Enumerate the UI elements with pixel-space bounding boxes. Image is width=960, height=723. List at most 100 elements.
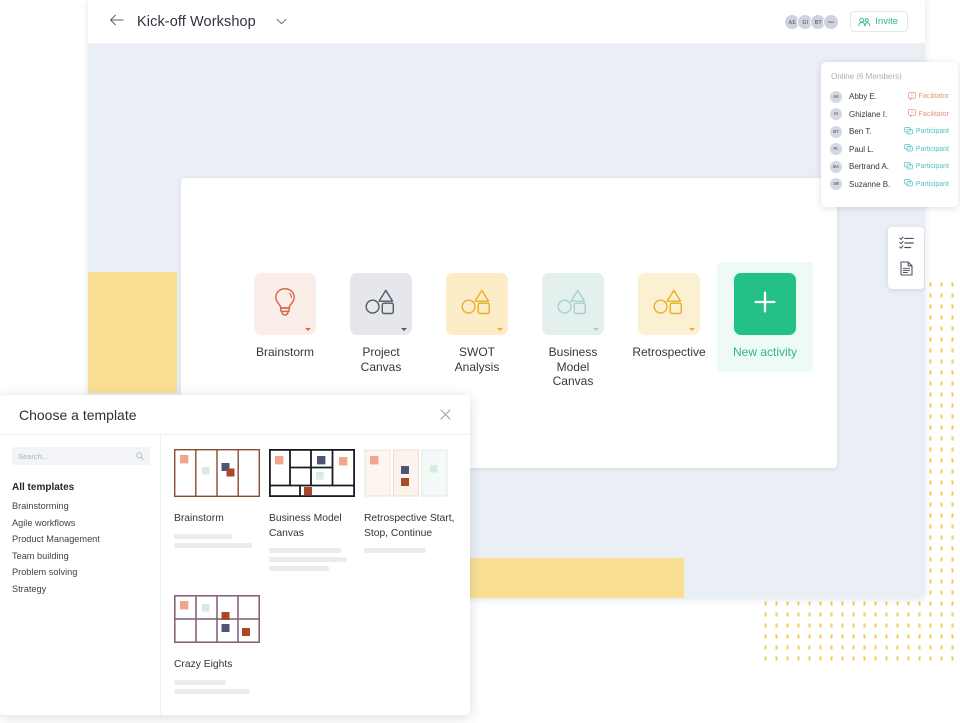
top-bar: Kick-off Workshop AE GI BT ••• Invite [88, 0, 925, 44]
online-members-title: Online (6 Members) [831, 72, 902, 81]
activity-list: Brainstorm Project Canvas SWOT Analysis … [237, 262, 813, 401]
category-product-management[interactable]: Product Management [12, 531, 150, 548]
activity-card-new-activity[interactable]: New activity [717, 262, 813, 372]
activity-card-label: Brainstorm [255, 345, 314, 359]
people-add-icon [858, 17, 871, 27]
participant-badge-icon [904, 162, 913, 172]
shapes-icon [364, 287, 398, 322]
category-strategy[interactable]: Strategy [12, 581, 150, 598]
search-input[interactable] [18, 451, 144, 461]
member-role-label: Participant [915, 145, 949, 153]
invite-button[interactable]: Invite [850, 11, 908, 32]
member-row[interactable]: SB Suzanne B. Participant [830, 176, 949, 194]
member-name: Bertrand A. [849, 162, 890, 172]
choose-template-dialog: Choose a template All [0, 395, 470, 715]
activity-card-retrospective[interactable]: Retrospective [621, 262, 717, 372]
chevron-down-icon[interactable] [401, 328, 407, 331]
chevron-down-icon[interactable] [497, 328, 503, 331]
placeholder-line [174, 688, 250, 694]
participant-badge-icon [904, 179, 913, 189]
screen-root: Kick-off Workshop AE GI BT ••• Invite Br… [0, 0, 960, 723]
placeholder-line [269, 548, 341, 553]
member-row[interactable]: AE Abby E. Facilitator [830, 88, 949, 106]
placeholder-line [174, 542, 252, 548]
chevron-down-icon[interactable] [274, 14, 290, 30]
member-role: Facilitator [907, 92, 949, 102]
activity-card-brainstorm[interactable]: Brainstorm [237, 262, 333, 372]
template-name: Business Model Canvas [269, 513, 342, 539]
shapes-icon [652, 287, 686, 322]
participant-badge-icon [904, 127, 913, 137]
placeholder-line [174, 679, 226, 685]
category-all-templates[interactable]: All templates [12, 478, 150, 498]
chevron-down-icon[interactable] [593, 328, 599, 331]
member-name: Ben T. [849, 127, 872, 137]
activity-card-swot-analysis[interactable]: SWOT Analysis [429, 262, 525, 386]
category-team-building[interactable]: Team building [12, 548, 150, 565]
template-card-retrospective[interactable]: Retrospective Start, Stop, Continue [364, 449, 459, 575]
template-card-crazy-eights[interactable]: Crazy Eights [174, 595, 269, 698]
invite-button-label: Invite [875, 16, 898, 27]
member-role-label: Participant [915, 180, 949, 188]
lightbulb-icon [271, 286, 299, 323]
top-bar-right: AE GI BT ••• Invite [784, 11, 908, 32]
template-grid: Brainstorm Business Model Canvas Retrosp… [161, 435, 470, 715]
brainstorm-thumb [173, 448, 260, 504]
member-name: Suzanne B. [849, 179, 891, 189]
activity-card-business-model-canvas[interactable]: Business Model Canvas [525, 262, 621, 401]
activity-card-label: SWOT Analysis [454, 345, 500, 374]
plus-icon [752, 289, 778, 320]
template-card-business-model-canvas[interactable]: Business Model Canvas [268, 448, 364, 575]
placeholder-line [269, 557, 347, 562]
category-agile-workflows[interactable]: Agile workflows [12, 515, 150, 532]
member-role-label: Facilitator [918, 93, 949, 101]
avatar: SB [830, 178, 842, 191]
member-name: Abby E. [849, 92, 878, 102]
shapes-icon [556, 287, 590, 322]
member-role-label: Participant [915, 163, 949, 171]
avatar: BA [830, 160, 842, 173]
canvas-mini-toolbar [888, 227, 924, 289]
online-members-panel: Online (6 Members) AE Abby E. Facilitato… [821, 62, 958, 207]
document-icon[interactable] [899, 260, 913, 281]
member-row[interactable]: BT Ben T. Participant [830, 123, 949, 141]
dialog-body: All templates Brainstorming Agile workfl… [0, 435, 470, 715]
crazy-eights-thumb [174, 595, 260, 650]
shapes-icon [460, 287, 494, 322]
facilitator-badge-icon [907, 109, 916, 119]
close-icon[interactable] [434, 404, 456, 426]
activity-card-label: Business Model Canvas [548, 345, 598, 388]
search-box[interactable] [12, 447, 150, 465]
template-description-placeholder [364, 548, 459, 553]
template-card-brainstorm[interactable]: Brainstorm [173, 448, 269, 575]
member-role-label: Facilitator [918, 110, 949, 118]
activity-card-project-canvas[interactable]: Project Canvas [333, 262, 429, 386]
sticky-note-block-bottom[interactable] [441, 558, 684, 598]
category-brainstorming[interactable]: Brainstorming [12, 498, 150, 515]
member-row[interactable]: BA Bertrand A. Participant [830, 158, 949, 176]
template-description-placeholder [269, 548, 364, 571]
member-role: Facilitator [907, 109, 949, 119]
avatar: PL [830, 143, 842, 156]
bmc-thumb [268, 448, 355, 504]
placeholder-line [174, 533, 232, 539]
member-row[interactable]: PL Paul L. Participant [830, 141, 949, 159]
activity-thumb [542, 273, 604, 335]
placeholder-line [269, 566, 329, 571]
sticky-note-block-left[interactable] [88, 272, 177, 393]
member-row[interactable]: GI Ghizlane I. Facilitator [830, 106, 949, 124]
category-problem-solving[interactable]: Problem solving [12, 564, 150, 581]
chevron-down-icon[interactable] [305, 328, 311, 331]
arrow-left-icon[interactable] [108, 13, 126, 31]
retro-thumb [364, 449, 450, 504]
member-role: Participant [904, 127, 949, 137]
avatar: GI [830, 108, 842, 121]
search-icon [136, 452, 144, 460]
chevron-down-icon[interactable] [689, 328, 695, 331]
avatar-overflow[interactable]: ••• [823, 13, 840, 30]
activity-card-label: Retrospective [632, 345, 706, 359]
activity-thumb [350, 273, 412, 335]
placeholder-line [364, 548, 426, 553]
avatar-stack[interactable]: AE GI BT ••• [784, 13, 840, 30]
checklist-icon[interactable] [898, 235, 914, 254]
